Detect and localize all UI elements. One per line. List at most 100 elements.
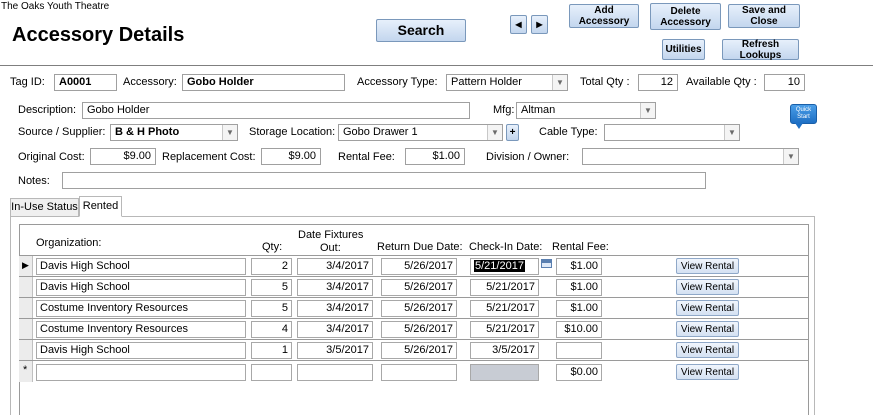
view-rental-button[interactable]: View Rental [676, 279, 739, 295]
storage-location-combo[interactable]: Gobo Drawer 1 ▼ [338, 124, 503, 141]
view-rental-button[interactable]: View Rental [676, 258, 739, 274]
tag-id-field[interactable]: A0001 [54, 74, 117, 91]
accessory-type-label: Accessory Type: [357, 76, 438, 88]
tag-id-label: Tag ID: [10, 76, 45, 88]
chevron-down-icon[interactable]: ▼ [552, 75, 567, 90]
chevron-down-icon[interactable]: ▼ [487, 125, 502, 140]
view-rental-button[interactable]: View Rental [676, 364, 739, 380]
header-divider-line [19, 255, 809, 256]
chevron-down-icon[interactable]: ▼ [222, 125, 237, 140]
qty-cell[interactable]: 2 [251, 258, 292, 275]
return-due-cell[interactable]: 5/26/2017 [381, 342, 457, 359]
row-divider [19, 318, 809, 319]
rental-fee-cell[interactable] [556, 342, 602, 359]
app-name: The Oaks Youth Theatre [1, 1, 110, 12]
return-due-cell[interactable]: 5/26/2017 [381, 321, 457, 338]
description-field[interactable]: Gobo Holder [82, 102, 470, 119]
division-owner-combo[interactable]: ▼ [582, 148, 799, 165]
record-selector[interactable] [19, 340, 33, 361]
total-qty-field[interactable]: 12 [638, 74, 678, 91]
new-qty-cell[interactable] [251, 364, 292, 381]
qty-cell[interactable]: 5 [251, 300, 292, 317]
quick-start-label: Quick Start [790, 104, 817, 124]
rental-fee-cell[interactable]: $1.00 [556, 300, 602, 317]
date-out-cell[interactable]: 3/5/2017 [297, 342, 373, 359]
date-out-cell[interactable]: 3/4/2017 [297, 321, 373, 338]
add-accessory-button[interactable]: Add Accessory [569, 4, 639, 28]
notes-field[interactable] [62, 172, 706, 189]
return-due-cell[interactable]: 5/26/2017 [381, 279, 457, 296]
delete-accessory-button[interactable]: Delete Accessory [650, 3, 721, 30]
mfg-label: Mfg: [493, 104, 515, 116]
tab-in-use-status[interactable]: In-Use Status [10, 198, 79, 216]
return-due-cell[interactable]: 5/26/2017 [381, 300, 457, 317]
description-label: Description: [18, 104, 77, 116]
date-out-cell[interactable]: 3/4/2017 [297, 300, 373, 317]
organization-cell[interactable]: Costume Inventory Resources [36, 321, 246, 338]
date-out-cell[interactable]: 3/4/2017 [297, 258, 373, 275]
new-date-out-cell[interactable] [297, 364, 373, 381]
storage-location-value: Gobo Drawer 1 [343, 126, 418, 138]
organization-cell[interactable]: Davis High School [36, 258, 246, 275]
replacement-cost-field[interactable]: $9.00 [261, 148, 321, 165]
add-storage-location-button[interactable]: + [506, 124, 519, 141]
new-return-due-cell[interactable] [381, 364, 457, 381]
checkin-cell[interactable]: 3/5/2017 [470, 342, 539, 359]
qty-cell[interactable]: 4 [251, 321, 292, 338]
search-button[interactable]: Search [376, 19, 466, 42]
original-cost-field[interactable]: $9.00 [90, 148, 156, 165]
organization-cell[interactable]: Davis High School [36, 342, 246, 359]
organization-cell[interactable]: Davis High School [36, 279, 246, 296]
new-checkin-cell[interactable] [470, 364, 539, 381]
chevron-down-icon[interactable]: ▼ [783, 149, 798, 164]
mfg-value: Altman [521, 104, 556, 116]
record-selector[interactable]: ▶ [19, 256, 33, 277]
accessory-name-field[interactable]: Gobo Holder [182, 74, 345, 91]
organization-header: Organization: [36, 237, 102, 249]
source-supplier-label: Source / Supplier: [18, 126, 106, 138]
utilities-button[interactable]: Utilities [662, 39, 705, 60]
available-qty-label: Available Qty : [686, 76, 757, 88]
rental-fee-cell[interactable]: $1.00 [556, 258, 602, 275]
tab-rented[interactable]: Rented [79, 196, 122, 217]
return-due-header: Return Due Date: [377, 241, 463, 253]
chevron-down-icon[interactable]: ▼ [640, 103, 655, 118]
return-due-cell[interactable]: 5/26/2017 [381, 258, 457, 275]
new-record-selector[interactable]: * [19, 361, 33, 382]
save-and-close-button[interactable]: Save and Close [728, 4, 800, 28]
checkin-cell-active[interactable]: 5/21/2017 [470, 258, 539, 275]
source-supplier-combo[interactable]: B & H Photo ▼ [110, 124, 238, 141]
rental-fee-cell[interactable]: $1.00 [556, 279, 602, 296]
rental-fee-cell[interactable]: $10.00 [556, 321, 602, 338]
view-rental-button[interactable]: View Rental [676, 321, 739, 337]
total-qty-label: Total Qty : [580, 76, 630, 88]
date-out-header-line2: Out: [320, 242, 341, 254]
rental-fee-field[interactable]: $1.00 [405, 148, 465, 165]
accessory-type-value: Pattern Holder [451, 76, 522, 88]
previous-record-button[interactable]: ◀ [510, 15, 527, 34]
quick-start-button[interactable]: Quick Start [790, 104, 817, 130]
view-rental-button[interactable]: View Rental [676, 342, 739, 358]
calendar-icon[interactable] [541, 259, 552, 268]
chevron-down-icon[interactable]: ▼ [724, 125, 739, 140]
date-out-cell[interactable]: 3/4/2017 [297, 279, 373, 296]
new-organization-cell[interactable] [36, 364, 246, 381]
view-rental-button[interactable]: View Rental [676, 300, 739, 316]
available-qty-field[interactable]: 10 [764, 74, 805, 91]
qty-cell[interactable]: 1 [251, 342, 292, 359]
organization-cell[interactable]: Costume Inventory Resources [36, 300, 246, 317]
checkin-cell[interactable]: 5/21/2017 [470, 321, 539, 338]
record-selector[interactable] [19, 319, 33, 340]
checkin-cell[interactable]: 5/21/2017 [470, 279, 539, 296]
mfg-combo[interactable]: Altman ▼ [516, 102, 656, 119]
refresh-lookups-button[interactable]: Refresh Lookups [722, 39, 799, 61]
new-rental-fee-cell[interactable]: $0.00 [556, 364, 602, 381]
cable-type-combo[interactable]: ▼ [604, 124, 740, 141]
accessory-type-combo[interactable]: Pattern Holder ▼ [446, 74, 568, 91]
storage-location-label: Storage Location: [249, 126, 336, 138]
record-selector[interactable] [19, 298, 33, 319]
qty-cell[interactable]: 5 [251, 279, 292, 296]
next-record-button[interactable]: ▶ [531, 15, 548, 34]
record-selector[interactable] [19, 277, 33, 298]
checkin-cell[interactable]: 5/21/2017 [470, 300, 539, 317]
